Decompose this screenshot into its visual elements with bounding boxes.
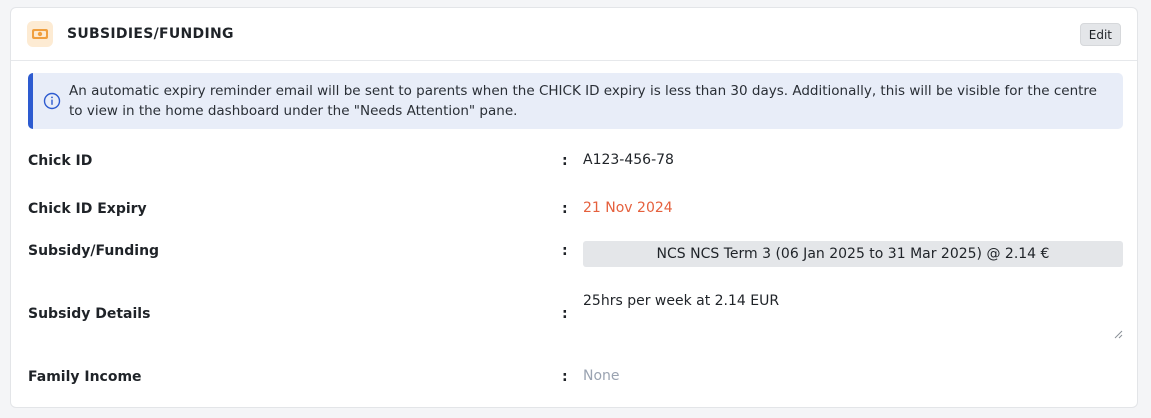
money-icon: [27, 21, 53, 47]
chick-id-value: A123-456-78: [583, 152, 674, 168]
resize-handle-icon[interactable]: [1113, 329, 1123, 339]
info-banner: An automatic expiry reminder email will …: [28, 73, 1123, 129]
subsidy-details-label: Subsidy Details: [28, 306, 151, 322]
info-text: An automatic expiry reminder email will …: [69, 83, 1097, 119]
family-income-label: Family Income: [28, 369, 142, 385]
subsidy-funding-label: Subsidy/Funding: [28, 243, 160, 259]
separator: :: [562, 243, 568, 259]
card-header: SUBSIDIES/FUNDING Edit: [11, 8, 1137, 61]
subsidy-funding-select[interactable]: NCS NCS Term 3 (06 Jan 2025 to 31 Mar 20…: [583, 241, 1123, 267]
chick-id-expiry-value: 21 Nov 2024: [583, 200, 673, 216]
edit-button[interactable]: Edit: [1079, 23, 1121, 46]
separator: :: [562, 306, 568, 322]
separator: :: [562, 153, 568, 169]
subsidy-details-textarea[interactable]: 25hrs per week at 2.14 EUR: [583, 291, 1123, 339]
chick-id-label: Chick ID: [28, 153, 93, 169]
family-income-value: None: [583, 368, 620, 384]
subsidy-details-value: 25hrs per week at 2.14 EUR: [583, 293, 780, 309]
separator: :: [562, 369, 568, 385]
chick-id-expiry-label: Chick ID Expiry: [28, 201, 147, 217]
card-title: SUBSIDIES/FUNDING: [67, 26, 234, 42]
info-icon: [43, 92, 61, 110]
subsidies-funding-card: SUBSIDIES/FUNDING Edit An automatic expi…: [10, 7, 1138, 408]
separator: :: [562, 201, 568, 217]
